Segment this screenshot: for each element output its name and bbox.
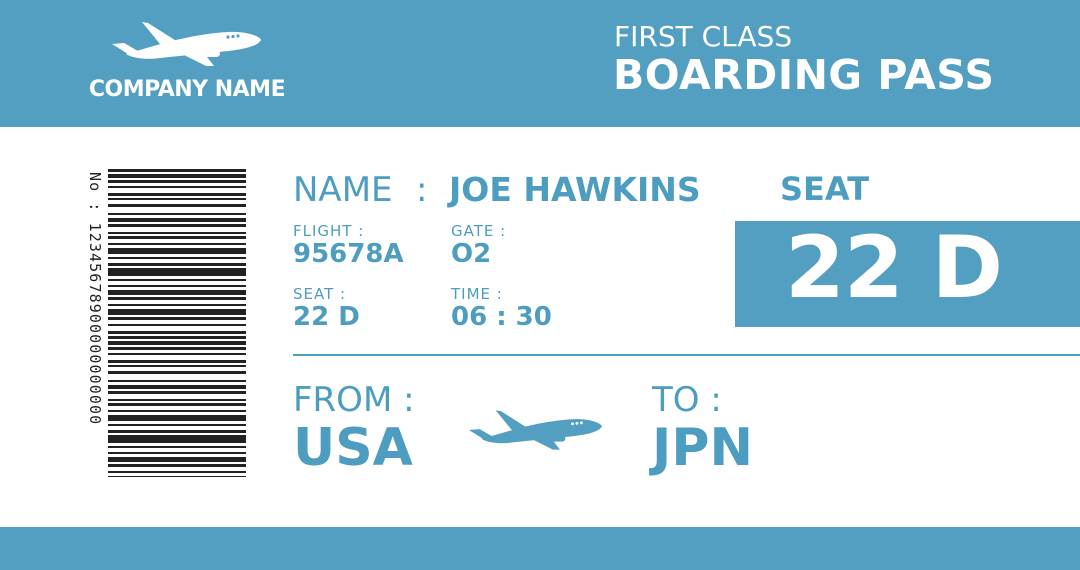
gate-label: GATE : <box>451 222 507 240</box>
seat-number: 22 D <box>785 218 1003 318</box>
time-value: 06 : 30 <box>451 302 552 332</box>
from-value: USA <box>293 418 413 478</box>
from-label: FROM : <box>293 380 415 420</box>
name-colon: : <box>416 170 428 210</box>
flight-label: FLIGHT : <box>293 222 365 240</box>
class-label: FIRST CLASS <box>614 20 793 53</box>
gate-value: O2 <box>451 239 492 269</box>
divider <box>293 354 1080 356</box>
seat-heading: SEAT <box>780 170 870 208</box>
to-label: TO : <box>652 380 722 420</box>
seat-label: SEAT : <box>293 285 347 303</box>
airplane-icon <box>112 22 261 66</box>
airplane-icon <box>468 410 602 450</box>
footer-band <box>0 527 1080 570</box>
flight-value: 95678A <box>293 239 404 269</box>
barcode-number: No : 12345678900000000000 <box>86 172 104 426</box>
company-name: COMPANY NAME <box>88 77 286 102</box>
name-label: NAME <box>293 170 393 210</box>
to-value: JPN <box>652 418 753 478</box>
barcode <box>108 169 246 477</box>
pass-title: BOARDING PASS <box>613 51 995 99</box>
passenger-name: JOE HAWKINS <box>449 170 701 209</box>
time-label: TIME : <box>451 285 503 303</box>
seat-value: 22 D <box>293 302 360 332</box>
